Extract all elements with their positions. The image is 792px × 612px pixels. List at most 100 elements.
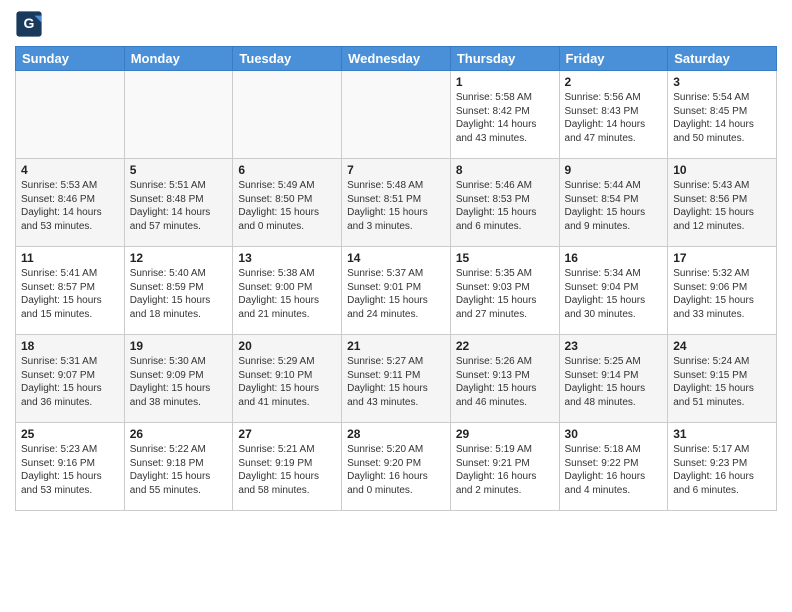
day-number: 8 [456, 163, 554, 177]
day-number: 31 [673, 427, 771, 441]
day-number: 20 [238, 339, 336, 353]
day-content: Sunrise: 5:24 AM Sunset: 9:15 PM Dayligh… [673, 355, 771, 409]
day-number: 23 [565, 339, 663, 353]
calendar-cell: 31 Sunrise: 5:17 AM Sunset: 9:23 PM Dayli… [668, 423, 777, 511]
calendar-cell: 12 Sunrise: 5:40 AM Sunset: 8:59 PM Dayli… [124, 247, 233, 335]
day-number: 29 [456, 427, 554, 441]
calendar-week-row: 25Sunrise: 5:23 AM Sunset: 9:16 PM Dayli… [16, 423, 777, 511]
day-header-thursday: Thursday [450, 47, 559, 71]
calendar-cell: 27 Sunrise: 5:21 AM Sunset: 9:19 PM Dayli… [233, 423, 342, 511]
logo-icon: G [15, 10, 43, 38]
day-content: Sunrise: 5:54 AM Sunset: 8:45 PM Dayligh… [673, 91, 771, 145]
day-content: Sunrise: 5:26 AM Sunset: 9:13 PM Dayligh… [456, 355, 554, 409]
calendar-cell: 26Sunrise: 5:22 AM Sunset: 9:18 PM Dayli… [124, 423, 233, 511]
day-number: 18 [21, 339, 119, 353]
day-content: Sunrise: 5:21 AM Sunset: 9:19 PM Dayligh… [238, 443, 336, 497]
day-header-tuesday: Tuesday [233, 47, 342, 71]
day-number: 22 [456, 339, 554, 353]
calendar-cell: 16 Sunrise: 5:34 AM Sunset: 9:04 PM Dayli… [559, 247, 668, 335]
day-header-wednesday: Wednesday [342, 47, 451, 71]
calendar-cell: 23 Sunrise: 5:25 AM Sunset: 9:14 PM Dayli… [559, 335, 668, 423]
calendar-cell: 1 Sunrise: 5:58 AM Sunset: 8:42 PM Daylig… [450, 71, 559, 159]
calendar-cell: 3 Sunrise: 5:54 AM Sunset: 8:45 PM Daylig… [668, 71, 777, 159]
day-content: Sunrise: 5:17 AM Sunset: 9:23 PM Dayligh… [673, 443, 771, 497]
calendar-cell: 2 Sunrise: 5:56 AM Sunset: 8:43 PM Daylig… [559, 71, 668, 159]
page-header: G [15, 10, 777, 38]
day-number: 4 [21, 163, 119, 177]
calendar-cell [124, 71, 233, 159]
day-number: 24 [673, 339, 771, 353]
calendar-cell: 19Sunrise: 5:30 AM Sunset: 9:09 PM Dayli… [124, 335, 233, 423]
day-number: 1 [456, 75, 554, 89]
calendar-cell: 22 Sunrise: 5:26 AM Sunset: 9:13 PM Dayli… [450, 335, 559, 423]
calendar-week-row: 18Sunrise: 5:31 AM Sunset: 9:07 PM Dayli… [16, 335, 777, 423]
calendar-cell: 21Sunrise: 5:27 AM Sunset: 9:11 PM Dayli… [342, 335, 451, 423]
day-content: Sunrise: 5:51 AM Sunset: 8:48 PM Dayligh… [130, 179, 228, 233]
day-content: Sunrise: 5:44 AM Sunset: 8:54 PM Dayligh… [565, 179, 663, 233]
day-number: 13 [238, 251, 336, 265]
svg-text:G: G [24, 15, 35, 31]
day-number: 6 [238, 163, 336, 177]
day-content: Sunrise: 5:20 AM Sunset: 9:20 PM Dayligh… [347, 443, 445, 497]
day-number: 5 [130, 163, 228, 177]
calendar-cell: 24 Sunrise: 5:24 AM Sunset: 9:15 PM Dayli… [668, 335, 777, 423]
day-number: 2 [565, 75, 663, 89]
day-content: Sunrise: 5:43 AM Sunset: 8:56 PM Dayligh… [673, 179, 771, 233]
calendar-cell: 7Sunrise: 5:48 AM Sunset: 8:51 PM Daylig… [342, 159, 451, 247]
day-header-saturday: Saturday [668, 47, 777, 71]
day-number: 16 [565, 251, 663, 265]
calendar-cell: 17 Sunrise: 5:32 AM Sunset: 9:06 PM Dayli… [668, 247, 777, 335]
day-header-monday: Monday [124, 47, 233, 71]
calendar-cell: 10 Sunrise: 5:43 AM Sunset: 8:56 PM Dayli… [668, 159, 777, 247]
calendar-cell: 15 Sunrise: 5:35 AM Sunset: 9:03 PM Dayli… [450, 247, 559, 335]
day-number: 17 [673, 251, 771, 265]
day-number: 10 [673, 163, 771, 177]
day-content: Sunrise: 5:29 AM Sunset: 9:10 PM Dayligh… [238, 355, 336, 409]
day-number: 30 [565, 427, 663, 441]
day-content: Sunrise: 5:40 AM Sunset: 8:59 PM Dayligh… [130, 267, 228, 321]
calendar-cell: 20 Sunrise: 5:29 AM Sunset: 9:10 PM Dayli… [233, 335, 342, 423]
calendar-cell: 29 Sunrise: 5:19 AM Sunset: 9:21 PM Dayli… [450, 423, 559, 511]
calendar-cell: 18Sunrise: 5:31 AM Sunset: 9:07 PM Dayli… [16, 335, 125, 423]
day-content: Sunrise: 5:32 AM Sunset: 9:06 PM Dayligh… [673, 267, 771, 321]
calendar-week-row: 4 Sunrise: 5:53 AM Sunset: 8:46 PM Daylig… [16, 159, 777, 247]
calendar-cell: 25Sunrise: 5:23 AM Sunset: 9:16 PM Dayli… [16, 423, 125, 511]
calendar-cell [342, 71, 451, 159]
day-number: 27 [238, 427, 336, 441]
calendar-cell: 11 Sunrise: 5:41 AM Sunset: 8:57 PM Dayli… [16, 247, 125, 335]
day-content: Sunrise: 5:46 AM Sunset: 8:53 PM Dayligh… [456, 179, 554, 233]
day-number: 15 [456, 251, 554, 265]
day-content: Sunrise: 5:53 AM Sunset: 8:46 PM Dayligh… [21, 179, 119, 233]
day-content: Sunrise: 5:30 AM Sunset: 9:09 PM Dayligh… [130, 355, 228, 409]
calendar-cell: 4 Sunrise: 5:53 AM Sunset: 8:46 PM Daylig… [16, 159, 125, 247]
calendar-cell: 28 Sunrise: 5:20 AM Sunset: 9:20 PM Dayli… [342, 423, 451, 511]
day-content: Sunrise: 5:34 AM Sunset: 9:04 PM Dayligh… [565, 267, 663, 321]
calendar-header-row: SundayMondayTuesdayWednesdayThursdayFrid… [16, 47, 777, 71]
day-content: Sunrise: 5:19 AM Sunset: 9:21 PM Dayligh… [456, 443, 554, 497]
day-content: Sunrise: 5:35 AM Sunset: 9:03 PM Dayligh… [456, 267, 554, 321]
calendar-week-row: 11 Sunrise: 5:41 AM Sunset: 8:57 PM Dayli… [16, 247, 777, 335]
day-content: Sunrise: 5:38 AM Sunset: 9:00 PM Dayligh… [238, 267, 336, 321]
day-number: 7 [347, 163, 445, 177]
calendar-week-row: 1 Sunrise: 5:58 AM Sunset: 8:42 PM Daylig… [16, 71, 777, 159]
day-content: Sunrise: 5:37 AM Sunset: 9:01 PM Dayligh… [347, 267, 445, 321]
day-content: Sunrise: 5:56 AM Sunset: 8:43 PM Dayligh… [565, 91, 663, 145]
day-number: 12 [130, 251, 228, 265]
day-number: 28 [347, 427, 445, 441]
day-content: Sunrise: 5:18 AM Sunset: 9:22 PM Dayligh… [565, 443, 663, 497]
day-header-sunday: Sunday [16, 47, 125, 71]
day-header-friday: Friday [559, 47, 668, 71]
day-number: 3 [673, 75, 771, 89]
day-content: Sunrise: 5:25 AM Sunset: 9:14 PM Dayligh… [565, 355, 663, 409]
calendar-cell: 8 Sunrise: 5:46 AM Sunset: 8:53 PM Daylig… [450, 159, 559, 247]
day-number: 25 [21, 427, 119, 441]
day-number: 14 [347, 251, 445, 265]
logo: G [15, 10, 47, 38]
calendar-cell [16, 71, 125, 159]
calendar-cell: 6Sunrise: 5:49 AM Sunset: 8:50 PM Daylig… [233, 159, 342, 247]
day-number: 11 [21, 251, 119, 265]
calendar-table: SundayMondayTuesdayWednesdayThursdayFrid… [15, 46, 777, 511]
day-content: Sunrise: 5:58 AM Sunset: 8:42 PM Dayligh… [456, 91, 554, 145]
day-content: Sunrise: 5:41 AM Sunset: 8:57 PM Dayligh… [21, 267, 119, 321]
calendar-cell: 14 Sunrise: 5:37 AM Sunset: 9:01 PM Dayli… [342, 247, 451, 335]
